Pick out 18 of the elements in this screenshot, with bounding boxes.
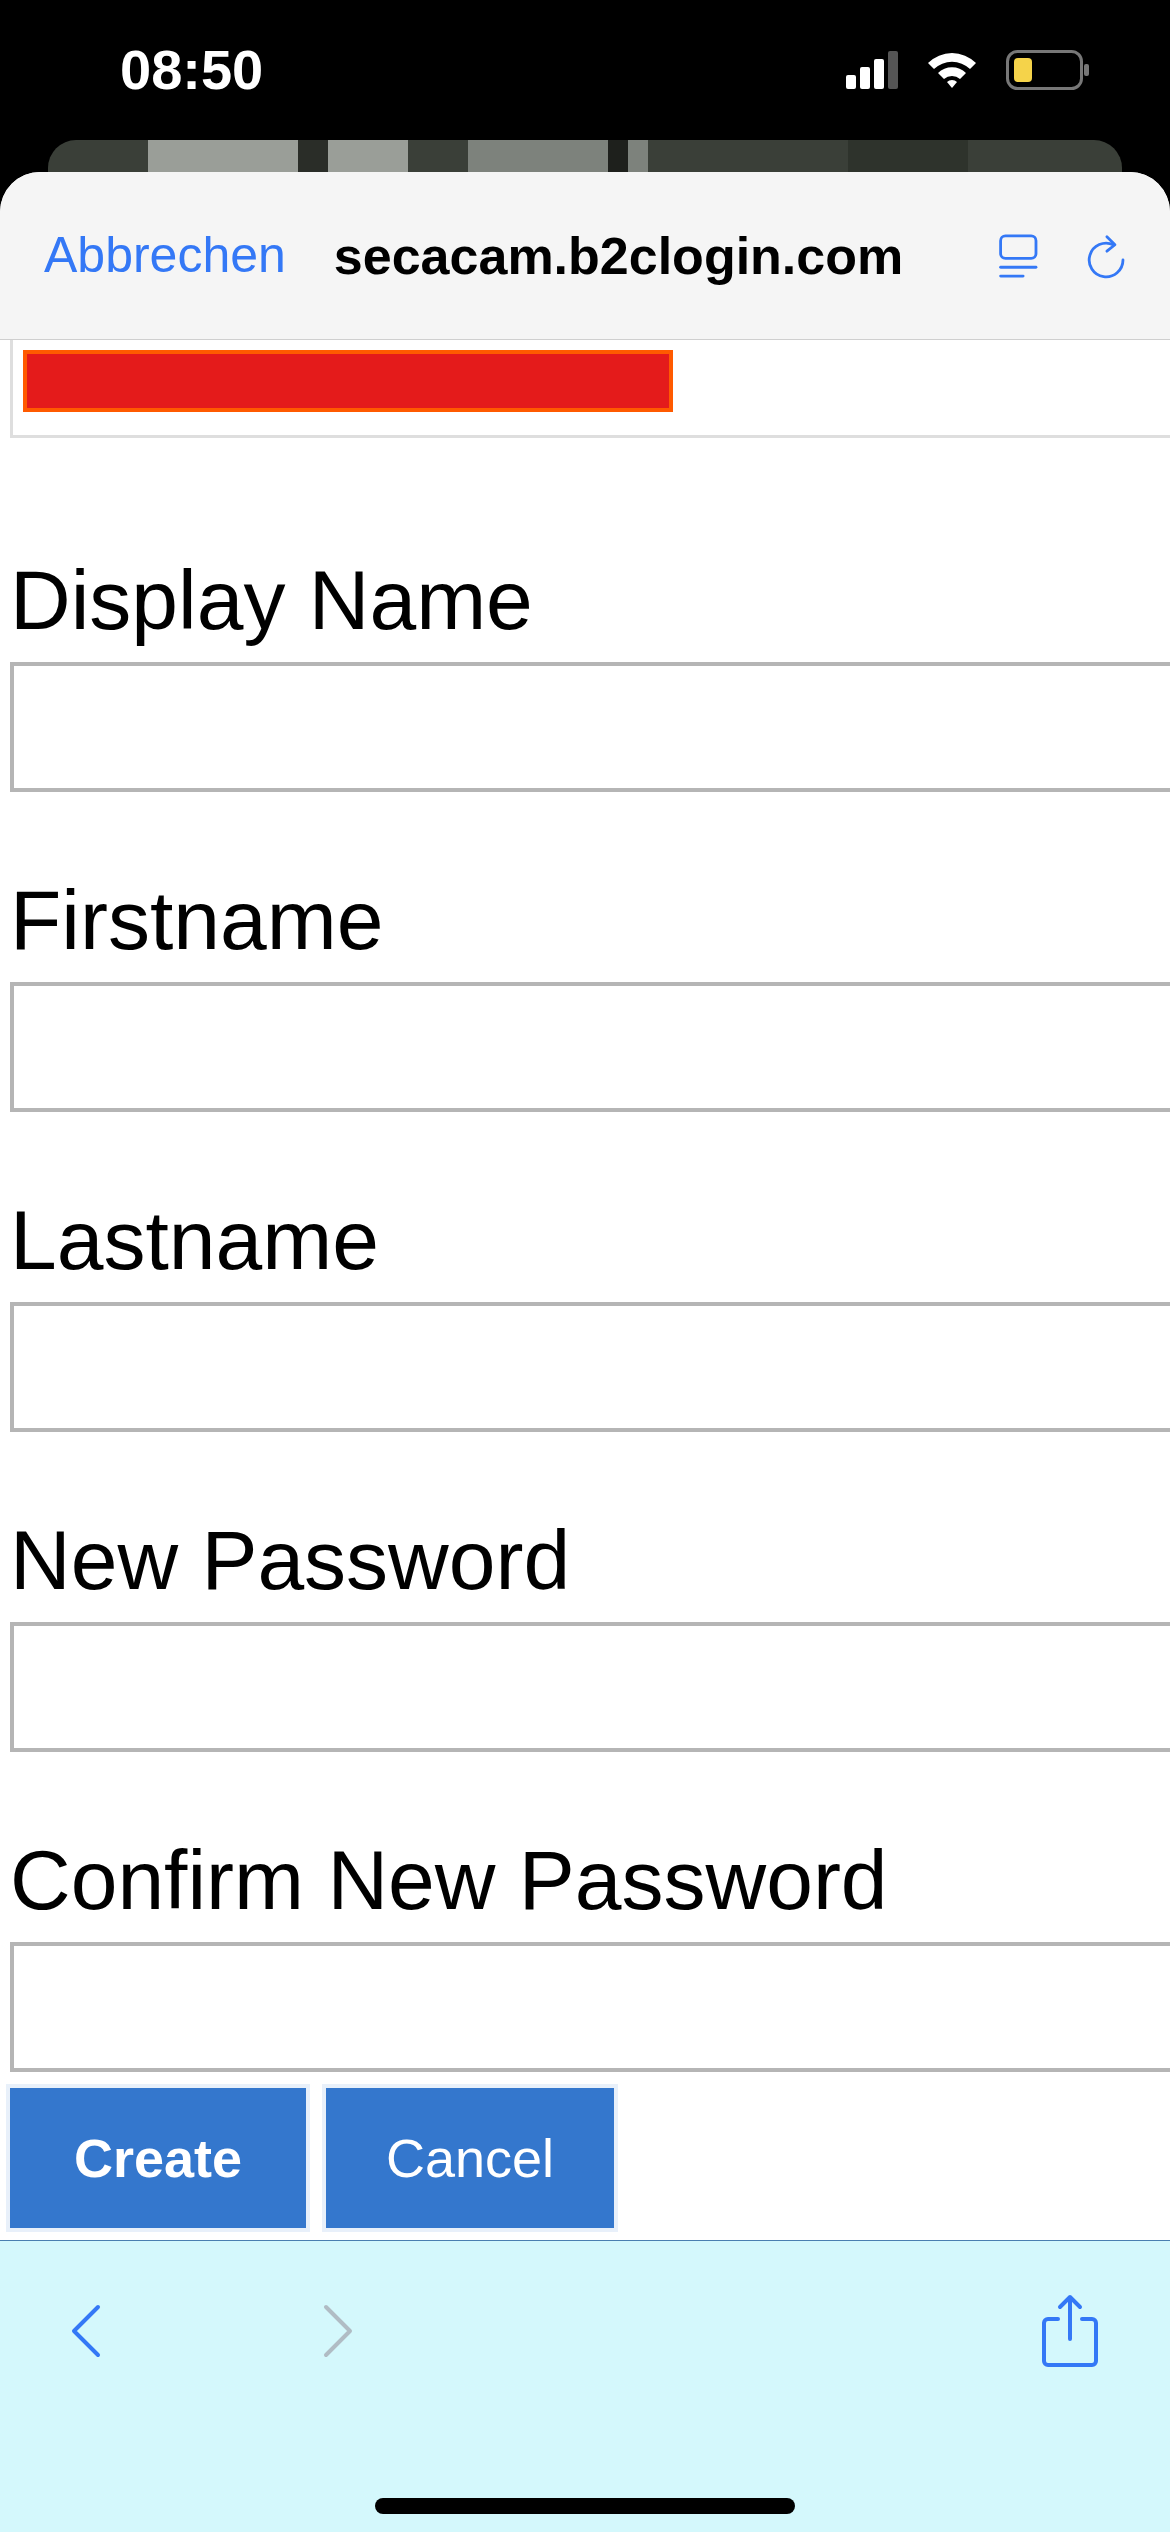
input-field[interactable] bbox=[10, 1302, 1170, 1432]
field-label: Display Name bbox=[9, 552, 534, 649]
cancel-link[interactable]: Abbrechen bbox=[44, 218, 286, 293]
input-field[interactable] bbox=[10, 982, 1170, 1112]
url-text: secacam.b2clogin.com bbox=[333, 225, 904, 287]
field-label: New Password bbox=[9, 1512, 572, 1609]
signal-icon bbox=[846, 51, 898, 89]
wifi-icon bbox=[926, 51, 978, 89]
input-field[interactable] bbox=[10, 662, 1170, 792]
share-icon[interactable] bbox=[1040, 2293, 1100, 2369]
field-label: Lastname bbox=[9, 1192, 380, 1289]
input-field[interactable] bbox=[10, 1622, 1170, 1752]
status-time: 08:50 bbox=[120, 37, 264, 103]
field-label: Confirm New Password bbox=[9, 1832, 889, 1929]
input-field[interactable] bbox=[10, 1942, 1170, 2072]
back-icon[interactable] bbox=[70, 2303, 102, 2359]
field-label: Firstname bbox=[9, 872, 385, 969]
battery-icon bbox=[1006, 50, 1090, 90]
